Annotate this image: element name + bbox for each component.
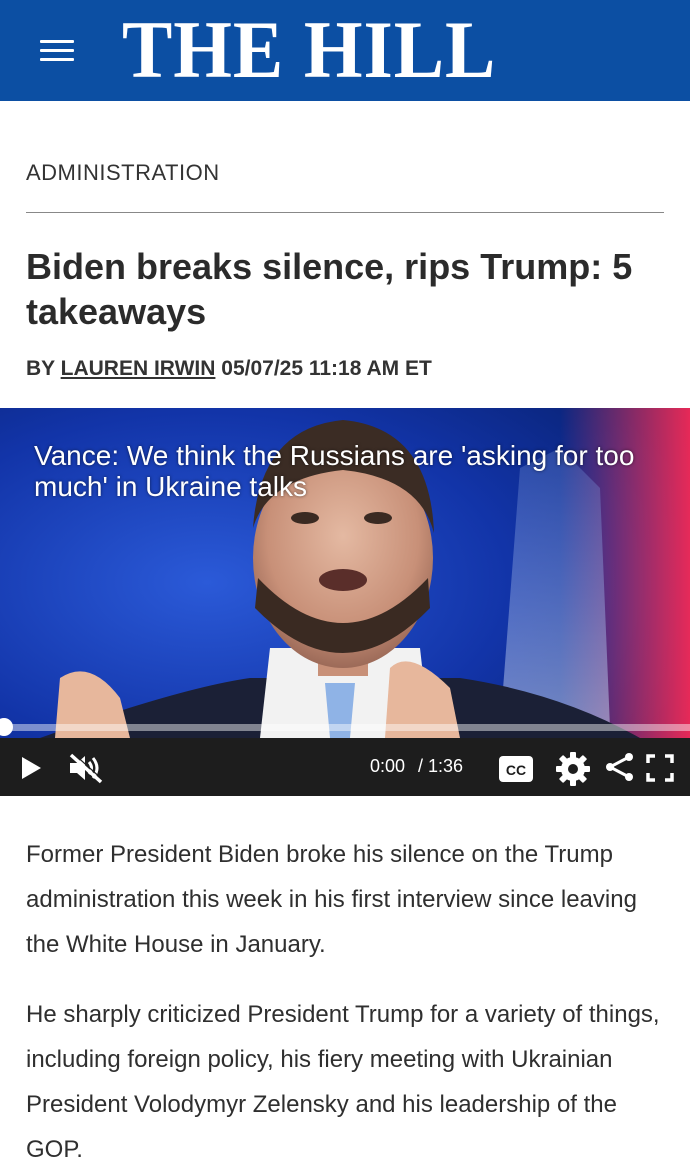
closed-captions-icon[interactable]: CC — [498, 755, 534, 783]
section-label[interactable]: ADMINISTRATION — [26, 160, 220, 186]
settings-gear-icon[interactable] — [555, 751, 591, 787]
divider — [26, 212, 664, 213]
muted-volume-icon[interactable] — [66, 752, 106, 784]
article-paragraph-2: He sharply criticized President Trump fo… — [26, 1001, 660, 1163]
video-progress-bar[interactable] — [0, 724, 690, 731]
share-icon[interactable] — [604, 751, 636, 783]
cc-label: CC — [506, 762, 526, 778]
hamburger-menu-icon[interactable] — [40, 40, 74, 62]
author-link[interactable]: LAUREN IRWIN — [61, 357, 216, 380]
video-duration: / 1:36 — [418, 756, 464, 776]
video-caption: Vance: We think the Russians are 'asking… — [34, 440, 635, 502]
byline: BY LAUREN IRWIN 05/07/25 11:18 AM ET — [26, 357, 432, 381]
site-logo[interactable]: THE HILL — [122, 6, 496, 94]
video-current-time: 0:00 — [370, 756, 406, 776]
site-header: THE HILL — [0, 0, 690, 101]
article-title: Biden breaks silence, rips Trump: 5 take… — [26, 246, 633, 332]
article-paragraph-1: Former President Biden broke his silence… — [26, 841, 637, 958]
byline-prefix: BY — [26, 357, 55, 380]
video-player[interactable]: Vance: We think the Russians are 'asking… — [0, 408, 690, 796]
fullscreen-icon[interactable] — [646, 754, 674, 782]
article-timestamp: 05/07/25 11:18 AM ET — [221, 357, 432, 380]
play-icon[interactable] — [18, 755, 44, 781]
video-controls: 0:00 / 1:36 CC — [0, 738, 690, 796]
